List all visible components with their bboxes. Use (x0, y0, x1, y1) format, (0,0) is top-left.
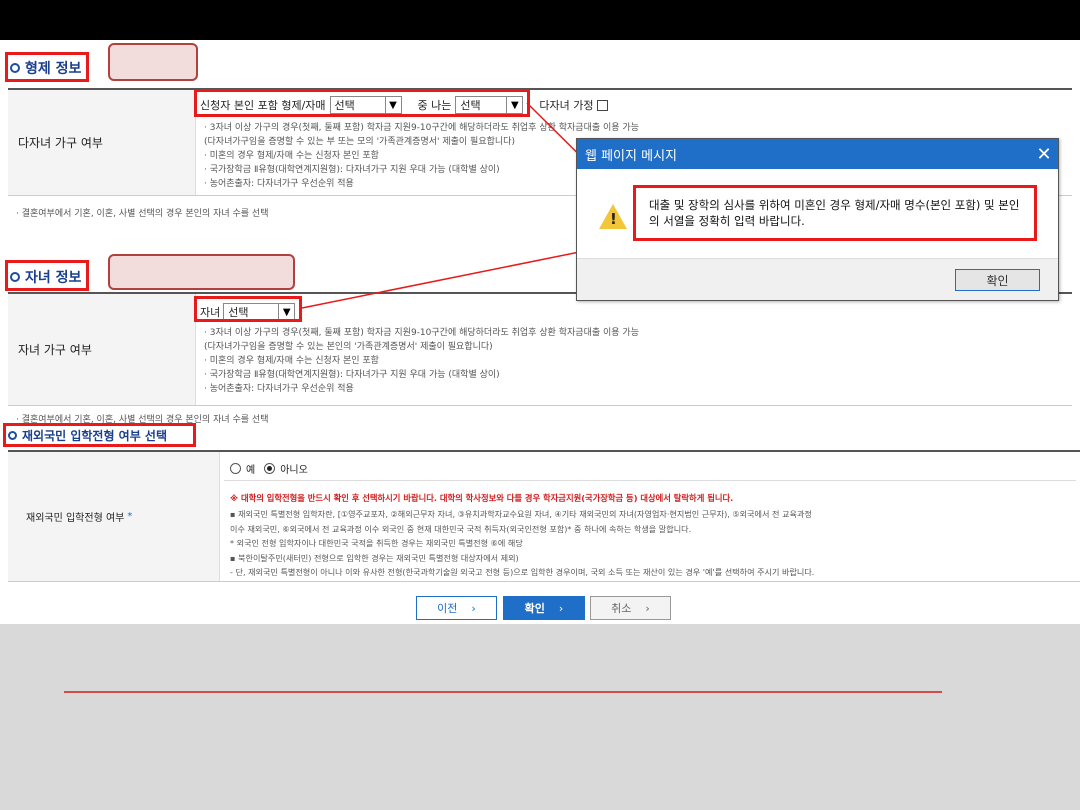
overseas-title-text: 재외국민 입학전형 여부 선택 (22, 429, 168, 443)
sibling-title-text: 형제 정보 (25, 61, 82, 77)
radio-no[interactable] (264, 463, 276, 474)
footer-divider (64, 691, 942, 693)
footer-area (0, 624, 1080, 810)
prev-button[interactable]: 이전 › (416, 596, 497, 620)
overseas-divider (224, 480, 1076, 481)
child-callout-box (108, 254, 295, 290)
dialog-message-highlight (633, 185, 1037, 241)
overseas-warning: ※ 대학의 입학전형을 반드시 확인 후 선택하시기 바랍니다. 대학의 학사정… (230, 493, 734, 503)
child-table: 자녀 가구 여부 자녀 선택 ▼ · 3자녀 이상 가구의 경우(첫째, 둘째 … (8, 292, 1072, 406)
bullet-circle-icon (8, 431, 17, 440)
radio-selected-dot (267, 466, 273, 471)
warning-icon: ! (599, 204, 627, 229)
child-row-label: 자녀 가구 여부 (8, 294, 196, 405)
close-icon[interactable]: ✕ (1030, 144, 1058, 165)
child-title-text: 자녀 정보 (25, 270, 82, 286)
radio-yes[interactable] (230, 463, 241, 474)
dialog-title: 웹 페이지 메시지 (585, 148, 677, 164)
overseas-notes: ▪ 재외국민 특별전형 입학자란, [①영주교포자, ②해외근무자 자녀, ③유… (230, 509, 815, 577)
chevron-right-icon: › (558, 601, 564, 615)
sibling-footnote: · 결혼여부에서 기혼, 이혼, 사별 선택의 경우 본인의 자녀 수를 선택 (16, 209, 269, 219)
chevron-right-icon: › (645, 601, 650, 615)
dialog-title-bar: 웹 페이지 메시지 ✕ (577, 139, 1058, 169)
sibling-callout-box (108, 43, 198, 81)
top-bar (0, 0, 1080, 40)
sibling-notes: · 3자녀 이상 가구의 경우(첫째, 둘째 포함) 학자금 지원9-10구간에… (204, 123, 639, 189)
child-section-title: 자녀 정보 (10, 267, 81, 287)
chevron-right-icon: › (471, 601, 476, 615)
bullet-circle-icon (10, 63, 20, 73)
cancel-button[interactable]: 취소 › (590, 596, 671, 620)
sibling-section-title: 형제 정보 (10, 58, 81, 78)
confirm-button[interactable]: 확인 › (503, 596, 585, 620)
child-field-highlight (194, 296, 302, 322)
overseas-section-title: 재외국민 입학전형 여부 선택 (8, 427, 167, 444)
overseas-table: 재외국민 입학전형 여부 * 예 아니오 ※ 대학의 입학전형을 반드시 확인 … (8, 450, 1080, 582)
radio-no-label: 아니오 (280, 465, 308, 476)
dialog-footer: 확인 (577, 258, 1058, 300)
bullet-circle-icon (10, 272, 20, 282)
radio-yes-label: 예 (246, 465, 256, 476)
sibling-row-label: 다자녀 가구 여부 (8, 90, 196, 195)
dialog-ok-button[interactable]: 확인 (955, 269, 1040, 291)
sibling-field-highlight (194, 89, 530, 117)
multi-child-checkbox[interactable] (597, 99, 609, 111)
child-notes: · 3자녀 이상 가구의 경우(첫째, 둘째 포함) 학자금 지원9-10구간에… (204, 328, 639, 394)
overseas-radio-row: 예 아니오 (230, 461, 308, 476)
multi-child-label: 다자녀 가정 (539, 99, 594, 112)
overseas-row-label: 재외국민 입학전형 여부 * (8, 452, 220, 581)
